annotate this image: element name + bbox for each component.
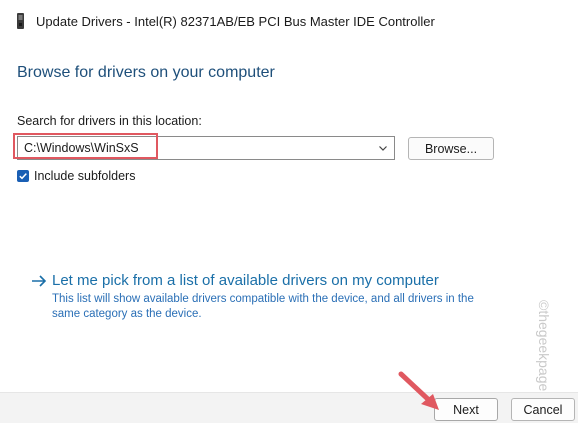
- include-subfolders-label[interactable]: Include subfolders: [34, 169, 135, 183]
- driver-path-combobox[interactable]: C:\Windows\WinSxS: [17, 136, 395, 160]
- browse-button[interactable]: Browse...: [408, 137, 494, 160]
- window-title: Update Drivers - Intel(R) 82371AB/EB PCI…: [36, 14, 435, 29]
- arrow-right-icon[interactable]: [31, 274, 47, 288]
- driver-path-value[interactable]: C:\Windows\WinSxS: [24, 141, 139, 155]
- include-subfolders-checkbox[interactable]: [17, 170, 29, 182]
- search-location-label: Search for drivers in this location:: [17, 114, 202, 128]
- pick-from-list-link[interactable]: Let me pick from a list of available dri…: [52, 272, 439, 289]
- next-button[interactable]: Next: [434, 398, 498, 421]
- title-bar: Update Drivers - Intel(R) 82371AB/EB PCI…: [0, 0, 578, 44]
- cancel-button[interactable]: Cancel: [511, 398, 575, 421]
- pick-from-list-description: This list will show available drivers co…: [52, 293, 474, 320]
- chevron-down-icon[interactable]: [378, 143, 388, 153]
- checkmark-icon: [19, 173, 27, 180]
- device-icon: [17, 13, 24, 29]
- page-heading: Browse for drivers on your computer: [17, 64, 275, 81]
